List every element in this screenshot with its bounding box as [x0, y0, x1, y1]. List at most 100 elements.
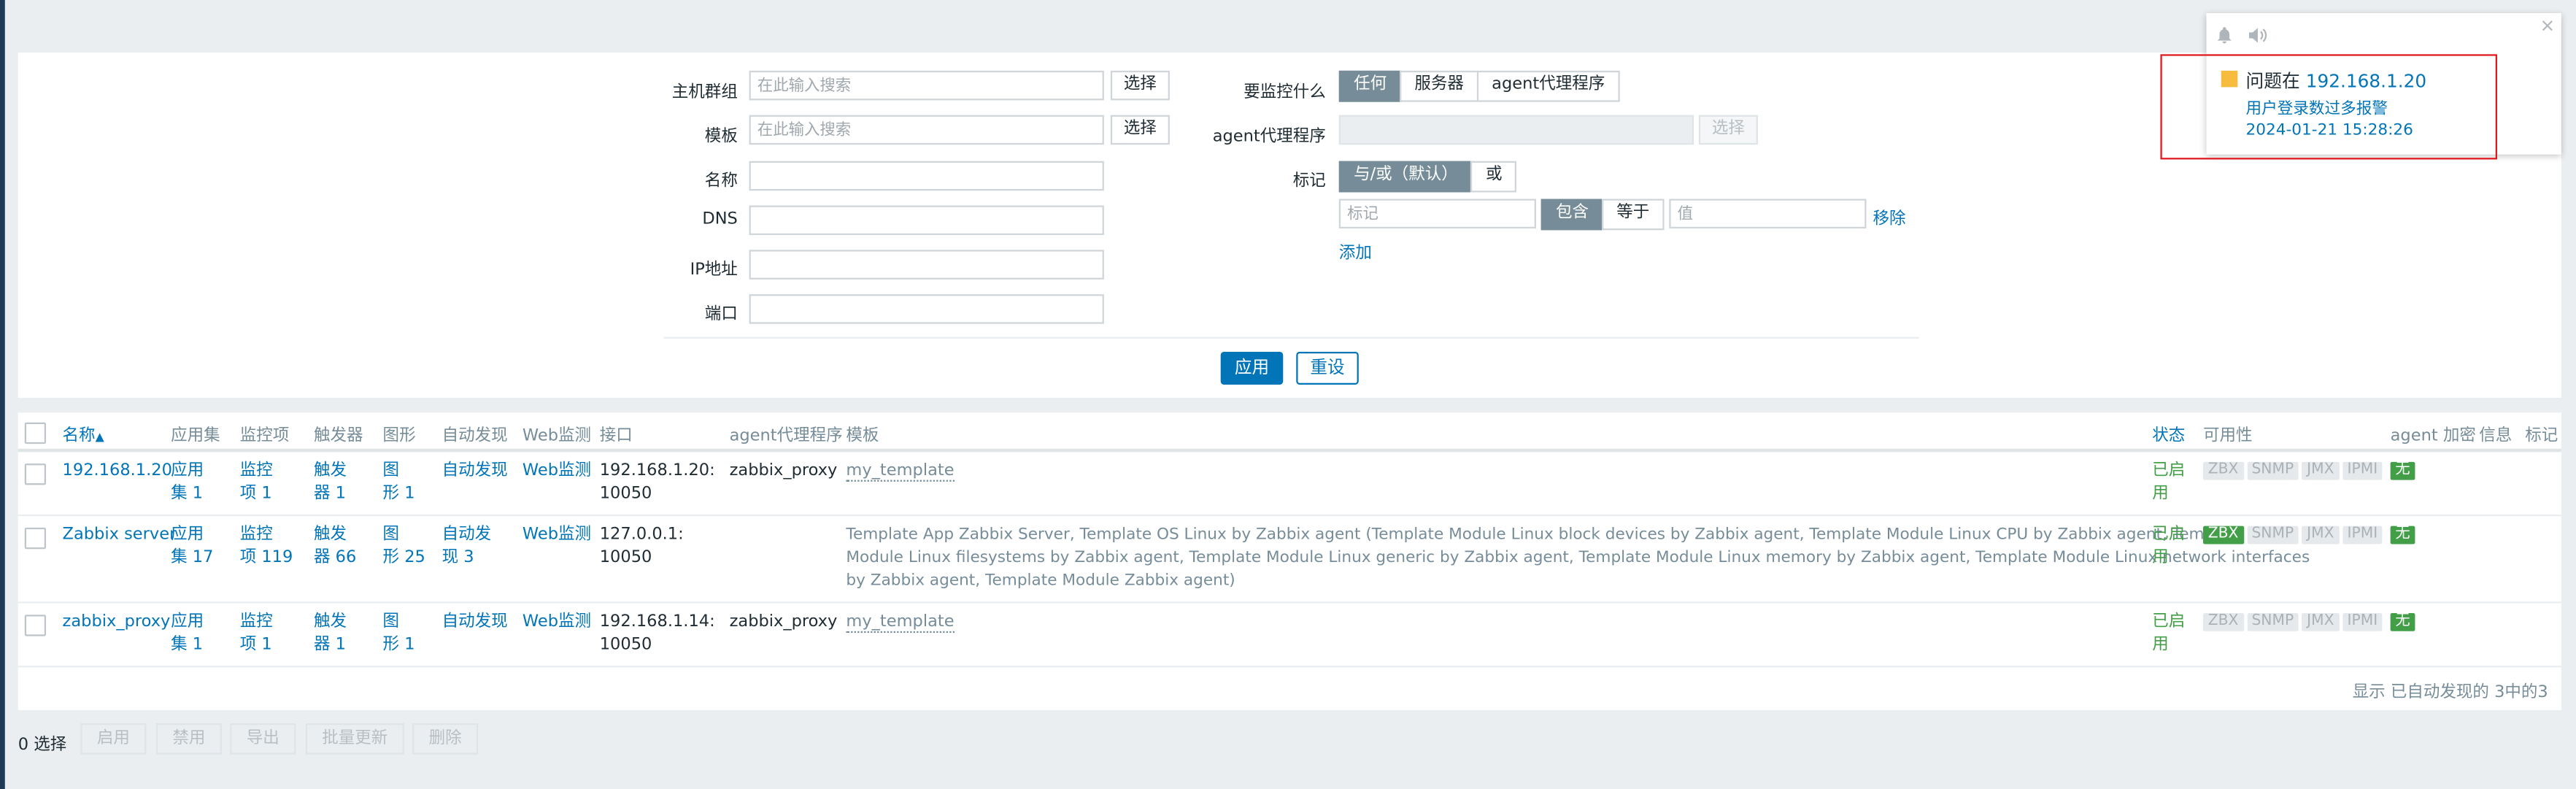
- ip-input[interactable]: [749, 250, 1104, 280]
- items-link[interactable]: 监控项 1: [240, 461, 273, 507]
- zbx-badge: ZBX: [2202, 526, 2244, 544]
- items-link[interactable]: 监控项 1: [240, 612, 273, 658]
- tag-value-input[interactable]: 值: [1669, 199, 1867, 229]
- tag-match-equals[interactable]: 等于: [1602, 199, 1665, 231]
- proxy-select-button: 选择: [1698, 115, 1758, 145]
- tags-operator-or[interactable]: 或: [1470, 161, 1517, 193]
- graphs-link[interactable]: 图形 1: [383, 612, 415, 658]
- col-header-graphs: 图形: [382, 427, 416, 446]
- monitored-by-server[interactable]: 服务器: [1400, 70, 1479, 102]
- left-nav-edge: [0, 0, 5, 789]
- tags-operator-segmented: 与/或（默认） 或: [1338, 161, 1517, 193]
- col-header-triggers: 触发器: [313, 427, 363, 446]
- proxy-input: [1338, 115, 1694, 145]
- proxy-value: zabbix_proxy: [729, 613, 838, 631]
- sound-icon[interactable]: [2248, 26, 2269, 50]
- status-toggle[interactable]: 已启用: [2152, 524, 2185, 570]
- monitored-by-proxy[interactable]: agent代理程序: [1476, 70, 1620, 102]
- host-name-link[interactable]: Zabbix server: [63, 524, 177, 547]
- template-select-button[interactable]: 选择: [1110, 115, 1170, 145]
- delete-button[interactable]: 删除: [412, 723, 479, 755]
- host-name-link[interactable]: 192.168.1.20: [63, 461, 172, 484]
- export-button[interactable]: 导出: [230, 723, 296, 755]
- jmx-badge: JMX: [2302, 461, 2340, 480]
- filter-divider: [663, 336, 1919, 339]
- discovery-link[interactable]: 自动发现: [442, 461, 508, 484]
- triggers-link[interactable]: 触发器 66: [314, 524, 356, 570]
- disable-button[interactable]: 禁用: [155, 723, 222, 755]
- row-checkbox[interactable]: [24, 463, 47, 485]
- tag-remove-link[interactable]: 移除: [1873, 204, 1905, 228]
- col-header-templates: 模板: [846, 427, 879, 446]
- apps-link[interactable]: 应用集 1: [171, 461, 204, 507]
- template-list[interactable]: Template App Zabbix Server, Template OS …: [846, 524, 2310, 593]
- triggers-link[interactable]: 触发器 1: [314, 612, 347, 658]
- dns-input[interactable]: [749, 205, 1104, 236]
- col-header-status[interactable]: 状态: [2152, 421, 2185, 446]
- web-link[interactable]: Web监测: [522, 612, 591, 635]
- reset-button[interactable]: 重设: [1296, 351, 1359, 385]
- discovery-link[interactable]: 自动发现: [442, 612, 508, 635]
- table-header-divider: [18, 448, 2561, 453]
- template-label: 模板: [704, 128, 738, 147]
- tag-add-link[interactable]: 添加: [1339, 239, 1372, 263]
- graphs-link[interactable]: 图形 1: [383, 461, 415, 507]
- ipmi-badge: IPMI: [2342, 613, 2383, 631]
- col-header-apps: 应用集: [171, 427, 220, 446]
- mass-update-button[interactable]: 批量更新: [305, 723, 404, 755]
- name-input[interactable]: [749, 161, 1104, 191]
- zbx-badge: ZBX: [2202, 613, 2244, 631]
- status-toggle[interactable]: 已启用: [2152, 461, 2185, 507]
- row-divider: [18, 666, 2561, 668]
- apply-button[interactable]: 应用: [1220, 351, 1284, 385]
- snmp-badge: SNMP: [2246, 526, 2299, 544]
- ipmi-badge: IPMI: [2342, 461, 2383, 480]
- status-toggle[interactable]: 已启用: [2152, 612, 2185, 658]
- host-group-label: 主机群组: [671, 83, 738, 102]
- discovery-link[interactable]: 自动发现 3: [442, 524, 492, 570]
- select-all-checkbox[interactable]: [24, 422, 47, 444]
- availability-badges: ZBX SNMP JMX IPMI: [2202, 461, 2383, 480]
- template-input[interactable]: 在此输入搜索: [749, 115, 1104, 145]
- tag-name-input[interactable]: 标记: [1338, 199, 1536, 229]
- port-input[interactable]: [749, 294, 1104, 324]
- close-icon[interactable]: ×: [2540, 15, 2556, 36]
- row-checkbox[interactable]: [24, 527, 47, 550]
- proxy-label: agent代理程序: [1212, 128, 1326, 147]
- interface-value: 192.168.1.20: 10050: [599, 461, 715, 504]
- host-name-link[interactable]: zabbix_proxy: [63, 612, 171, 635]
- host-group-input[interactable]: 在此输入搜索: [749, 70, 1104, 101]
- graphs-link[interactable]: 图形 25: [383, 524, 425, 570]
- web-link[interactable]: Web监测: [522, 524, 591, 547]
- tags-label: 标记: [1292, 172, 1326, 191]
- row-checkbox[interactable]: [24, 615, 47, 636]
- monitored-by-any[interactable]: 任何: [1338, 70, 1402, 102]
- jmx-badge: JMX: [2302, 613, 2340, 631]
- snmp-badge: SNMP: [2246, 461, 2299, 480]
- tags-operator-and-or[interactable]: 与/或（默认）: [1338, 161, 1473, 193]
- snmp-badge: SNMP: [2246, 613, 2299, 631]
- web-link[interactable]: Web监测: [522, 461, 591, 484]
- enable-button[interactable]: 启用: [80, 723, 147, 755]
- bell-icon[interactable]: [2216, 26, 2233, 50]
- apps-link[interactable]: 应用集 17: [171, 524, 213, 570]
- jmx-badge: JMX: [2302, 526, 2340, 544]
- zbx-badge: ZBX: [2202, 461, 2244, 480]
- col-header-encryption: agent 加密: [2390, 427, 2476, 446]
- col-header-name[interactable]: 名称▲: [63, 421, 104, 446]
- apps-link[interactable]: 应用集 1: [171, 612, 204, 658]
- triggers-link[interactable]: 触发器 1: [314, 461, 347, 507]
- row-divider: [18, 601, 2561, 604]
- selected-count: 0 选择: [18, 736, 67, 755]
- template-link[interactable]: my_template: [846, 612, 955, 635]
- template-link[interactable]: my_template: [846, 461, 955, 484]
- port-label: 端口: [704, 305, 738, 324]
- highlight-box: [2160, 54, 2497, 160]
- dns-label: DNS: [702, 210, 738, 229]
- col-header-info: 信息: [2479, 427, 2513, 446]
- availability-badges: ZBX SNMP JMX IPMI: [2202, 526, 2383, 544]
- interface-value: 127.0.0.1: 10050: [599, 526, 684, 567]
- tag-match-contains[interactable]: 包含: [1540, 199, 1604, 231]
- items-link[interactable]: 监控项 119: [240, 524, 293, 570]
- host-group-select-button[interactable]: 选择: [1110, 70, 1170, 101]
